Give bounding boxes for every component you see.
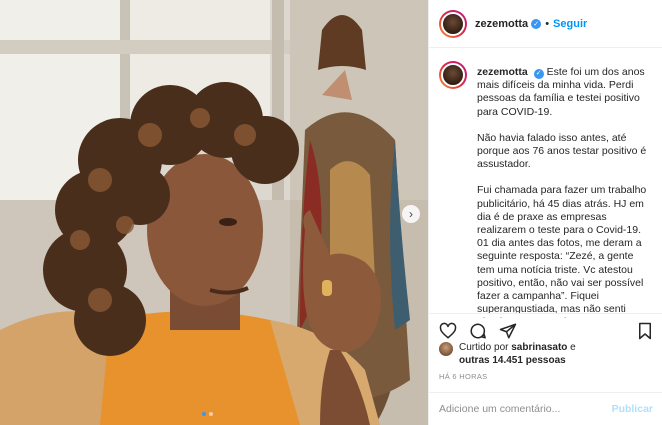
paper-plane-icon: [499, 323, 517, 338]
carousel-dot-active: [202, 412, 206, 416]
caption-paragraph-1: zezemotta ✓ Este foi um dos anos mais di…: [477, 66, 653, 119]
comment-button[interactable]: [469, 322, 487, 340]
instagram-post-modal: › zezemotta ✓ • Seguir zezemotta ✓ Este …: [0, 0, 662, 425]
like-button[interactable]: [439, 322, 457, 340]
verified-badge-icon: ✓: [533, 68, 544, 79]
liker-avatar[interactable]: [439, 342, 453, 356]
follow-button[interactable]: Seguir: [553, 18, 587, 30]
comment-icon: [470, 322, 486, 338]
author-avatar[interactable]: [439, 9, 467, 38]
post-side-panel: zezemotta ✓ • Seguir zezemotta ✓ Este fo…: [428, 0, 662, 425]
likes-joiner: e: [570, 342, 576, 353]
photo-illustration: [0, 0, 428, 425]
save-button[interactable]: [637, 322, 653, 340]
post-header: zezemotta ✓ • Seguir: [429, 0, 662, 48]
chevron-right-icon: ›: [409, 207, 413, 221]
caption-username[interactable]: zezemotta: [477, 66, 528, 78]
comment-bar: Adicione um comentário... Publicar: [429, 392, 662, 425]
carousel-next-button[interactable]: ›: [402, 205, 420, 223]
carousel-indicators: [202, 412, 213, 416]
likes-text: Curtido por sabrinasato e outras 14.451 …: [459, 341, 576, 367]
likes-summary: Curtido por sabrinasato e outras 14.451 …: [439, 341, 576, 367]
likes-prefix: Curtido por: [459, 342, 509, 353]
publish-button[interactable]: Publicar: [612, 403, 653, 415]
liker-username[interactable]: sabrinasato: [511, 342, 567, 353]
bookmark-icon: [639, 322, 651, 339]
caption-paragraph-3: Fui chamada para fazer um trabalho publi…: [477, 184, 647, 318]
post-photo[interactable]: ›: [0, 0, 428, 425]
share-button[interactable]: [499, 322, 517, 340]
caption-author-avatar[interactable]: [439, 61, 467, 89]
author-username[interactable]: zezemotta: [475, 18, 528, 30]
caption-text: zezemotta ✓ Este foi um dos anos mais di…: [477, 66, 653, 318]
carousel-dot: [209, 412, 213, 416]
post-caption: zezemotta ✓ Este foi um dos anos mais di…: [439, 56, 653, 318]
header-separator: •: [545, 17, 550, 30]
post-timestamp[interactable]: HÁ 6 HORAS: [439, 372, 487, 381]
comment-input[interactable]: Adicione um comentário...: [439, 403, 612, 415]
heart-icon: [439, 322, 457, 338]
likes-others-count[interactable]: outras 14.451 pessoas: [459, 355, 566, 366]
verified-badge-icon: ✓: [531, 18, 542, 29]
caption-paragraph-2: Não havia falado isso antes, até porque …: [477, 131, 647, 171]
